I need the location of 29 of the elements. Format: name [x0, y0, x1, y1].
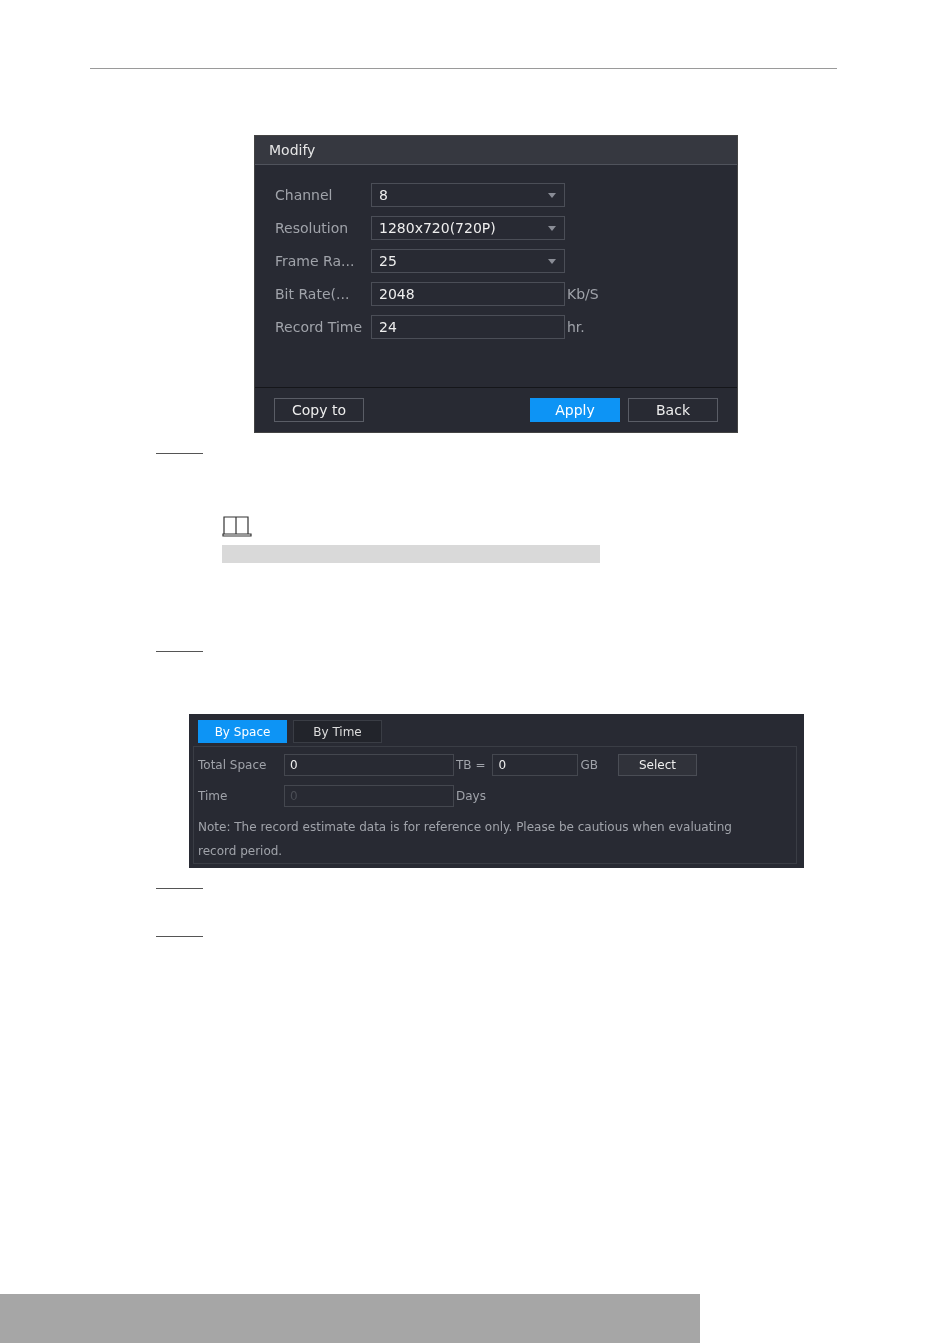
unit-label: GB	[580, 757, 598, 772]
field-label: Time	[198, 788, 229, 803]
field-label: Resolution	[275, 220, 350, 236]
field-label: Bit Rate(...	[275, 286, 351, 302]
input-field[interactable]: 0	[492, 753, 579, 776]
input-field[interactable]: 2048	[371, 282, 565, 306]
input-field[interactable]: 0	[284, 753, 454, 776]
caret-icon	[548, 225, 556, 231]
field-label: Record Time	[275, 319, 364, 335]
unit-label: TB =	[456, 757, 486, 772]
note-text: Note: The record estimate data is for reference only. Please be cautious when evaluating record period.	[198, 819, 733, 860]
dialog-title: Modify	[255, 136, 737, 165]
dropdown[interactable]: 8	[371, 183, 565, 207]
field-label: Channel	[275, 187, 334, 203]
tab[interactable]: By Time	[293, 720, 382, 743]
caret-icon	[548, 192, 556, 198]
field-label: Frame Ra...	[275, 253, 356, 269]
unit-label: Days	[456, 788, 486, 803]
unit-label: Kb/S	[567, 286, 599, 302]
note-book-icon	[222, 515, 252, 537]
dialog-button[interactable]: Copy to	[274, 398, 364, 422]
dialog-button[interactable]: Back	[628, 398, 718, 422]
dropdown[interactable]: 1280x720(720P)	[371, 216, 565, 240]
input-field[interactable]: 24	[371, 315, 565, 339]
dropdown[interactable]: 25	[371, 249, 565, 273]
select-button[interactable]: Select	[617, 753, 697, 776]
caret-icon	[548, 258, 556, 264]
unit-label: hr.	[567, 319, 585, 335]
field-label: Total Space	[198, 757, 268, 772]
